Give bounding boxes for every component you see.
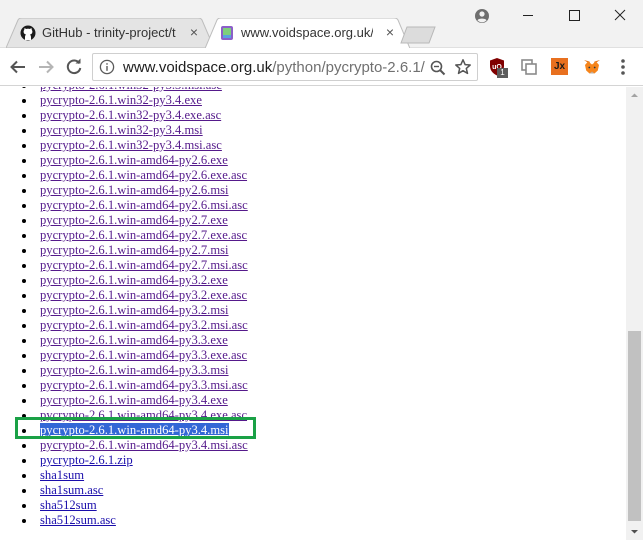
file-link[interactable]: pycrypto-2.6.1.win-amd64-py3.2.exe.asc bbox=[40, 288, 247, 302]
file-link[interactable]: pycrypto-2.6.1.win-amd64-py2.7.msi bbox=[40, 243, 229, 257]
file-link[interactable]: pycrypto-2.6.1.win-amd64-py3.3.exe bbox=[40, 333, 228, 347]
file-link[interactable]: pycrypto-2.6.1.win-amd64-py2.7.msi.asc bbox=[40, 258, 248, 272]
file-link[interactable]: pycrypto-2.6.1.win-amd64-py3.4.exe.asc bbox=[40, 408, 247, 422]
list-item: pycrypto-2.6.1.win-amd64-py2.6.exe.asc bbox=[0, 168, 600, 183]
profile-icon[interactable] bbox=[470, 4, 494, 28]
file-link[interactable]: sha512sum bbox=[40, 498, 97, 512]
toolbar: www.voidspace.org.uk/python/pycrypto-2.6… bbox=[0, 48, 643, 86]
file-link[interactable]: pycrypto-2.6.1.win-amd64-py3.2.msi bbox=[40, 303, 229, 317]
info-icon[interactable] bbox=[99, 59, 115, 75]
file-link[interactable]: pycrypto-2.6.1.win32-py3.4.exe bbox=[40, 93, 202, 107]
metamask-icon[interactable] bbox=[582, 57, 602, 77]
file-link[interactable]: pycrypto-2.6.1.win-amd64-py3.4.exe bbox=[40, 393, 228, 407]
back-button[interactable] bbox=[6, 55, 30, 79]
url-path: /python/pycrypto-2.6.1/ bbox=[272, 59, 425, 76]
jx-icon[interactable]: Jx bbox=[551, 58, 568, 75]
list-item: pycrypto-2.6.1.win-amd64-py3.2.exe.asc bbox=[0, 288, 600, 303]
list-item: sha512sum bbox=[0, 498, 600, 513]
list-item: pycrypto-2.6.1.win-amd64-py3.4.exe bbox=[0, 393, 600, 408]
file-link[interactable]: pycrypto-2.6.1.win-amd64-py3.2.msi.asc bbox=[40, 318, 248, 332]
scrollbar-thumb[interactable] bbox=[628, 331, 641, 521]
title-bar: GitHub - trinity-project/t × www.voidspa… bbox=[0, 0, 643, 48]
maximize-button[interactable] bbox=[551, 0, 597, 30]
list-item: pycrypto-2.6.1.win-amd64-py3.4.msi bbox=[0, 423, 600, 438]
scroll-up-arrow-icon[interactable] bbox=[626, 87, 643, 104]
close-icon[interactable]: × bbox=[382, 24, 398, 40]
ublock-icon[interactable]: uO 1 bbox=[487, 57, 508, 78]
reload-button[interactable] bbox=[62, 55, 86, 79]
list-item: pycrypto-2.6.1.win-amd64-py3.4.exe.asc bbox=[0, 408, 600, 423]
list-item: pycrypto-2.6.1.win-amd64-py3.3.msi bbox=[0, 363, 600, 378]
list-item: pycrypto-2.6.1.win-amd64-py2.6.msi.asc bbox=[0, 198, 600, 213]
vertical-scrollbar[interactable] bbox=[626, 87, 643, 540]
extension-icon[interactable] bbox=[519, 57, 539, 77]
list-item: pycrypto-2.6.1.win-amd64-py3.2.exe bbox=[0, 273, 600, 288]
zoom-icon[interactable] bbox=[429, 59, 447, 77]
tab-voidspace[interactable]: www.voidspace.org.uk/py × bbox=[205, 18, 410, 48]
list-item: pycrypto-2.6.1.zip bbox=[0, 453, 600, 468]
file-link[interactable]: pycrypto-2.6.1.win-amd64-py3.4.msi.asc bbox=[40, 438, 248, 452]
file-link[interactable]: pycrypto-2.6.1.win32-py3.4.msi bbox=[40, 123, 203, 137]
file-link[interactable]: pycrypto-2.6.1.win-amd64-py3.2.exe bbox=[40, 273, 228, 287]
file-list: pycrypto-2.6.1.win32-py3.3.msi.ascpycryp… bbox=[0, 87, 600, 528]
file-link[interactable]: pycrypto-2.6.1.zip bbox=[40, 453, 133, 467]
address-bar[interactable]: www.voidspace.org.uk/python/pycrypto-2.6… bbox=[92, 53, 478, 81]
list-item: pycrypto-2.6.1.win32-py3.4.msi bbox=[0, 123, 600, 138]
list-item: sha512sum.asc bbox=[0, 513, 600, 528]
page-viewport: pycrypto-2.6.1.win32-py3.3.msi.ascpycryp… bbox=[0, 87, 626, 540]
list-item: pycrypto-2.6.1.win32-py3.4.msi.asc bbox=[0, 138, 600, 153]
ublock-badge: 1 bbox=[497, 68, 508, 78]
list-item: sha1sum bbox=[0, 468, 600, 483]
file-link[interactable]: pycrypto-2.6.1.win-amd64-py3.4.msi bbox=[40, 423, 229, 437]
list-item: pycrypto-2.6.1.win-amd64-py3.3.msi.asc bbox=[0, 378, 600, 393]
list-item: pycrypto-2.6.1.win-amd64-py2.6.exe bbox=[0, 153, 600, 168]
file-link[interactable]: pycrypto-2.6.1.win-amd64-py2.7.exe.asc bbox=[40, 228, 247, 242]
file-link[interactable]: pycrypto-2.6.1.win-amd64-py3.3.msi bbox=[40, 363, 229, 377]
list-item: pycrypto-2.6.1.win32-py3.4.exe bbox=[0, 93, 600, 108]
page-icon bbox=[221, 26, 233, 40]
file-link[interactable]: sha1sum bbox=[40, 468, 84, 482]
file-link[interactable]: pycrypto-2.6.1.win-amd64-py2.6.msi.asc bbox=[40, 198, 248, 212]
forward-button[interactable] bbox=[34, 55, 58, 79]
close-icon[interactable]: × bbox=[186, 24, 202, 40]
file-link[interactable]: pycrypto-2.6.1.win-amd64-py2.6.msi bbox=[40, 183, 229, 197]
bookmark-star-icon[interactable] bbox=[454, 58, 472, 76]
list-item: pycrypto-2.6.1.win-amd64-py3.4.msi.asc bbox=[0, 438, 600, 453]
file-link[interactable]: pycrypto-2.6.1.win-amd64-py3.3.exe.asc bbox=[40, 348, 247, 362]
list-item: pycrypto-2.6.1.win-amd64-py2.7.msi.asc bbox=[0, 258, 600, 273]
list-item: pycrypto-2.6.1.win-amd64-py2.7.exe bbox=[0, 213, 600, 228]
github-icon bbox=[20, 25, 36, 41]
file-link[interactable]: pycrypto-2.6.1.win32-py3.4.exe.asc bbox=[40, 108, 221, 122]
list-item: pycrypto-2.6.1.win-amd64-py2.6.msi bbox=[0, 183, 600, 198]
list-item: pycrypto-2.6.1.win-amd64-py3.2.msi.asc bbox=[0, 318, 600, 333]
url-text[interactable]: www.voidspace.org.uk/python/pycrypto-2.6… bbox=[123, 59, 425, 76]
new-tab-button[interactable] bbox=[400, 26, 436, 44]
list-item: pycrypto-2.6.1.win-amd64-py2.7.msi bbox=[0, 243, 600, 258]
list-item: pycrypto-2.6.1.win-amd64-py3.3.exe.asc bbox=[0, 348, 600, 363]
file-link[interactable]: sha1sum.asc bbox=[40, 483, 103, 497]
file-link[interactable]: pycrypto-2.6.1.win-amd64-py3.3.msi.asc bbox=[40, 378, 248, 392]
file-link[interactable]: pycrypto-2.6.1.win32-py3.3.msi.asc bbox=[40, 87, 222, 92]
scroll-down-arrow-icon[interactable] bbox=[626, 523, 643, 540]
minimize-button[interactable] bbox=[505, 0, 551, 30]
url-host: www.voidspace.org.uk bbox=[123, 59, 273, 76]
list-item: pycrypto-2.6.1.win-amd64-py2.7.exe.asc bbox=[0, 228, 600, 243]
tab-title: www.voidspace.org.uk/py bbox=[241, 25, 373, 40]
tab-github[interactable]: GitHub - trinity-project/t × bbox=[6, 18, 214, 48]
list-item: pycrypto-2.6.1.win32-py3.4.exe.asc bbox=[0, 108, 600, 123]
list-item: sha1sum.asc bbox=[0, 483, 600, 498]
file-link[interactable]: pycrypto-2.6.1.win-amd64-py2.7.exe bbox=[40, 213, 228, 227]
file-link[interactable]: pycrypto-2.6.1.win-amd64-py2.6.exe bbox=[40, 153, 228, 167]
list-item: pycrypto-2.6.1.win-amd64-py3.3.exe bbox=[0, 333, 600, 348]
file-link[interactable]: sha512sum.asc bbox=[40, 513, 116, 527]
file-link[interactable]: pycrypto-2.6.1.win-amd64-py2.6.exe.asc bbox=[40, 168, 247, 182]
file-link[interactable]: pycrypto-2.6.1.win32-py3.4.msi.asc bbox=[40, 138, 222, 152]
tab-title: GitHub - trinity-project/t bbox=[42, 25, 176, 40]
menu-kebab-icon[interactable] bbox=[611, 55, 635, 79]
close-window-button[interactable] bbox=[597, 0, 643, 30]
list-item: pycrypto-2.6.1.win-amd64-py3.2.msi bbox=[0, 303, 600, 318]
